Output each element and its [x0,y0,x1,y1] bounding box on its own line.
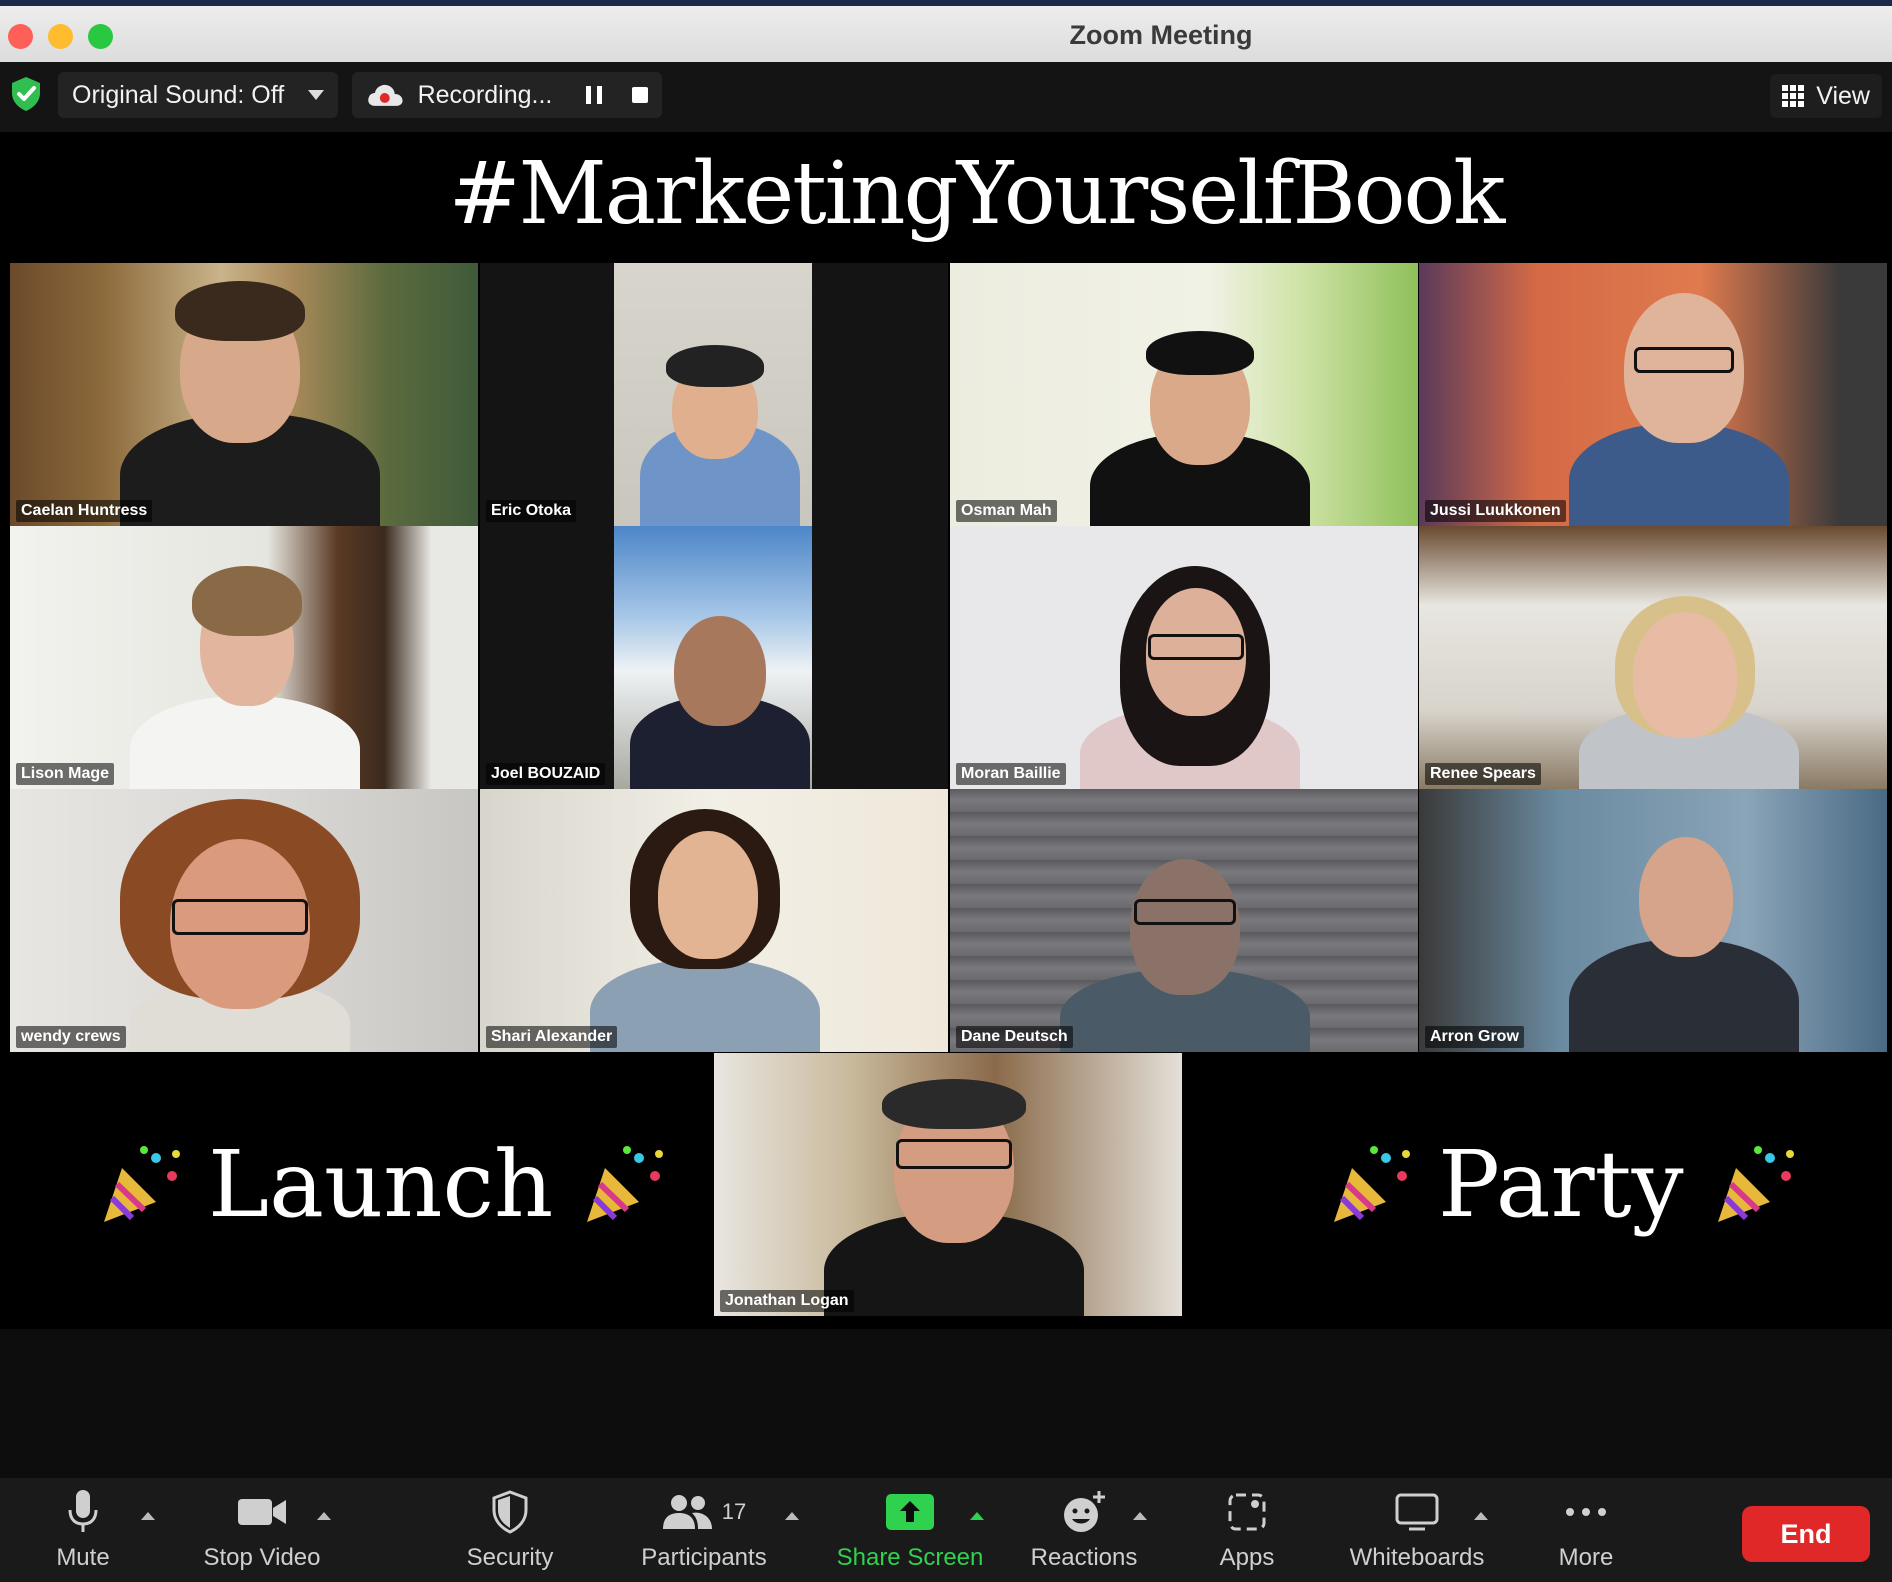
whiteboards-label: Whiteboards [1349,1544,1485,1571]
video-tile[interactable]: Moran Baillie [950,526,1418,789]
window-titlebar: Zoom Meeting [0,0,1892,62]
video-options-chevron-icon[interactable] [317,1512,331,1520]
more-label: More [1558,1544,1614,1571]
security-shield-icon [492,1490,528,1534]
whiteboards-options-chevron-icon[interactable] [1474,1512,1488,1520]
meeting-topbar: Original Sound: Off Recording... View [0,62,1892,132]
video-camera-icon [238,1499,286,1525]
window-title: Zoom Meeting [1069,20,1253,50]
participants-options-chevron-icon[interactable] [785,1512,799,1520]
mute-label: Mute [56,1544,110,1571]
view-label: View [1816,81,1870,110]
stop-recording-icon[interactable] [632,87,648,103]
participant-name: Eric Otoka [486,500,577,522]
stop-video-label: Stop Video [203,1544,321,1571]
participant-name: Jussi Luukkonen [1425,500,1566,522]
participant-name: Jonathan Logan [720,1290,854,1312]
video-tile[interactable]: Dane Deutsch [950,789,1418,1052]
recording-label: Recording... [417,80,553,109]
participant-name: Moran Baillie [956,763,1066,785]
apps-button[interactable]: Apps [1206,1486,1288,1572]
share-screen-arrow-icon [886,1494,934,1530]
cloud-recording-icon [368,84,403,106]
participant-name: Renee Spears [1425,763,1541,785]
more-button[interactable]: More [1548,1486,1624,1572]
party-popper-icon [1334,1145,1410,1222]
video-tile[interactable]: Osman Mah [950,263,1418,526]
participant-name: Shari Alexander [486,1026,618,1048]
reactions-smiley-icon [1064,1491,1105,1532]
chevron-down-icon[interactable] [308,90,324,100]
apps-icon [1228,1493,1266,1531]
meeting-banner: #MarketingYourselfBook [0,132,1892,257]
end-meeting-button[interactable]: End [1742,1506,1870,1562]
stop-video-button[interactable]: Stop Video [196,1486,328,1572]
party-caption: Party [1300,1053,1822,1316]
banner-hashtag: #MarketingYourselfBook [448,144,1506,244]
participants-label: Participants [641,1544,767,1571]
participant-name: Caelan Huntress [16,500,153,522]
video-tile[interactable]: Shari Alexander [480,789,948,1052]
recording-indicator: Recording... [352,72,662,118]
video-tile[interactable]: Joel BOUZAID [480,526,948,789]
video-tile[interactable]: Arron Grow [1419,789,1887,1052]
share-screen-label: Share Screen [836,1544,984,1571]
video-tile[interactable]: Eric Otoka [480,263,948,526]
meeting-toolbar: Mute Stop Video Security 17 Participants… [0,1478,1892,1582]
launch-party-row: Launch Jonathan Logan Party [10,1053,1882,1316]
microphone-icon [68,1490,98,1532]
participant-name: Dane Deutsch [956,1026,1073,1048]
security-button[interactable]: Security [458,1486,562,1572]
participants-icon [662,1495,712,1529]
share-options-chevron-icon[interactable] [970,1512,984,1520]
video-tile[interactable]: Jussi Luukkonen [1419,263,1887,526]
participants-button[interactable]: 17 Participants [630,1486,778,1572]
party-popper-icon [1717,1145,1794,1222]
security-label: Security [466,1544,554,1571]
reactions-label: Reactions [1030,1544,1138,1571]
video-tile[interactable]: wendy crews [10,789,478,1052]
participant-name: Lison Mage [16,763,115,785]
apps-label: Apps [1219,1544,1275,1571]
more-ellipsis-icon [1566,1508,1606,1516]
party-popper-icon [104,1145,180,1222]
video-gallery: Caelan Huntress Eric Otoka Osman Mah Jus… [0,257,1892,1329]
party-popper-icon [587,1145,664,1222]
video-tile[interactable]: Renee Spears [1419,526,1887,789]
original-sound-label: Original Sound: Off [72,80,285,109]
participant-name: Joel BOUZAID [486,763,606,785]
view-button[interactable]: View [1770,74,1882,118]
share-screen-button[interactable]: Share Screen [832,1486,988,1572]
participant-count-badge: 17 [721,1499,747,1524]
party-word: Party [1438,1131,1684,1238]
reactions-button[interactable]: Reactions [1024,1486,1144,1572]
participant-name: wendy crews [16,1026,126,1048]
participant-name: Arron Grow [1425,1026,1524,1048]
original-sound-toggle[interactable]: Original Sound: Off [58,72,338,118]
whiteboards-button[interactable]: Whiteboards [1342,1486,1492,1572]
audio-options-chevron-icon[interactable] [141,1512,155,1520]
encryption-shield-icon[interactable] [6,74,46,114]
video-tile[interactable]: Jonathan Logan [714,1053,1182,1316]
launch-word: Launch [208,1131,554,1238]
video-tile[interactable]: Caelan Huntress [10,263,478,526]
participant-name: Osman Mah [956,500,1057,522]
whiteboard-icon [1395,1493,1439,1531]
launch-caption: Launch [70,1053,691,1316]
reactions-options-chevron-icon[interactable] [1133,1512,1147,1520]
video-tile[interactable]: Lison Mage [10,526,478,789]
mute-button[interactable]: Mute [40,1486,126,1572]
grid-view-icon [1782,85,1805,107]
pause-recording-icon[interactable] [586,86,603,104]
